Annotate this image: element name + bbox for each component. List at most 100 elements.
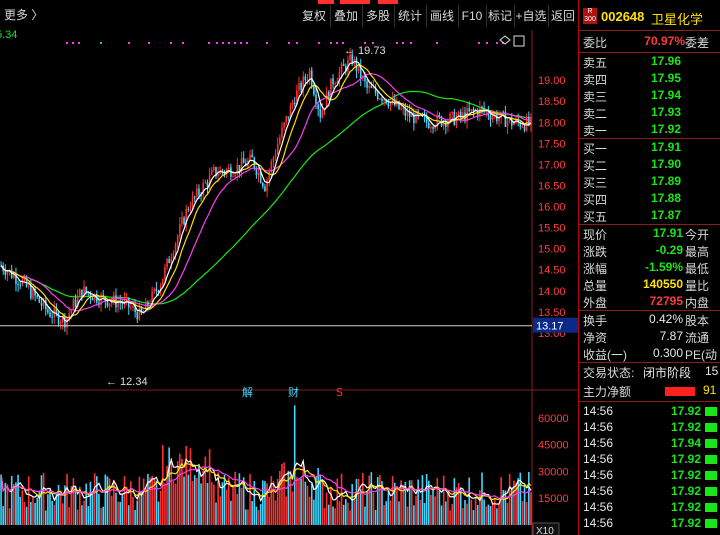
candle-body <box>193 196 196 198</box>
price-tick-label: 16.00 <box>538 202 566 214</box>
volume-bar <box>189 448 192 525</box>
candle-body <box>21 279 24 286</box>
event-dot <box>410 42 412 44</box>
more-link[interactable]: 更多 〉 <box>4 6 43 23</box>
bid-label: 买二 <box>583 159 608 173</box>
candle-body <box>379 98 381 100</box>
volume-bar <box>219 496 222 525</box>
ask-label: 卖一 <box>583 124 608 138</box>
candlesticks <box>0 47 532 336</box>
volume-bar <box>457 482 460 525</box>
draw-line-button[interactable]: 画线 <box>426 5 459 27</box>
quote-row: 现价 17.91 今开 <box>579 226 720 244</box>
volume-bar <box>183 476 185 525</box>
volume-bar <box>96 476 98 525</box>
volume-bar <box>485 506 488 525</box>
candle-body <box>232 176 234 178</box>
quote-label-2: 最高 <box>685 245 710 259</box>
volume-bar <box>313 499 315 525</box>
event-dot <box>128 42 130 44</box>
volume-bar <box>104 474 107 525</box>
event-dot <box>72 42 74 44</box>
quote-label-2: 内盘 <box>685 296 710 310</box>
volume-bar <box>76 509 79 525</box>
candle-body <box>298 82 300 91</box>
f10-button[interactable]: F10 <box>458 5 487 27</box>
volume-bar <box>481 472 483 525</box>
bid-price: 17.90 <box>650 157 681 171</box>
volume-bar <box>506 502 509 525</box>
volume-bar <box>119 501 122 525</box>
candle-body <box>355 58 358 72</box>
volume-bar <box>223 475 226 525</box>
event-dot <box>496 42 498 44</box>
volume-bar <box>472 509 475 525</box>
volume-bar <box>232 487 234 525</box>
add-watchlist-button[interactable]: +自选 <box>514 5 549 27</box>
volume-bar <box>123 476 126 525</box>
tick-time: 14:56 <box>583 436 614 450</box>
stat-label-2: 流通 <box>685 331 710 345</box>
candle-body <box>334 83 336 85</box>
tick-price: 17.94 <box>670 436 701 450</box>
fuquan-button[interactable]: 复权 <box>298 5 331 27</box>
volume-bar <box>425 474 428 525</box>
back-button[interactable]: 返回 <box>548 5 578 27</box>
ask-row: 卖五 17.96 <box>579 54 720 72</box>
statistics-button[interactable]: 统计 <box>394 5 427 27</box>
candle-body <box>319 109 322 118</box>
volume-bar <box>236 493 239 525</box>
diamond-icon <box>499 35 511 45</box>
candle-body <box>174 243 177 255</box>
volume-bar <box>421 475 424 525</box>
bid-price: 17.89 <box>650 174 681 188</box>
volume-bar <box>391 476 394 525</box>
volume-bar <box>498 503 500 525</box>
volume-tick-label: 60000 <box>538 413 569 425</box>
stat-label: 净资 <box>583 331 608 345</box>
volume-bar <box>51 500 53 525</box>
trade-status-value: 闭市阶段 <box>643 366 692 380</box>
high-price-label: ← 19.73 <box>344 45 386 57</box>
candle-body <box>27 285 30 287</box>
multi-stock-button[interactable]: 多股 <box>362 5 395 27</box>
volume-bar <box>279 470 281 525</box>
ma10-polyline <box>0 64 531 319</box>
volume-bar <box>132 497 134 525</box>
candle-body <box>430 127 432 129</box>
volume-bar <box>110 495 113 525</box>
overlay-button[interactable]: 叠加 <box>330 5 363 27</box>
volume-bar <box>68 507 70 525</box>
candle-body <box>257 172 260 176</box>
candle-body <box>364 76 366 82</box>
candle-body <box>342 64 345 66</box>
volume-bar <box>487 504 490 525</box>
volume-bars <box>0 405 532 525</box>
event-dot <box>246 42 248 44</box>
kline-chart[interactable]: 19.00 18.50 18.00 17.50 17.00 16.50 16.00 15.50… <box>0 30 578 535</box>
volume-bar <box>296 477 298 525</box>
candle-body <box>266 179 268 192</box>
window-icon <box>513 35 525 47</box>
mark-button[interactable]: 标记 <box>486 5 515 27</box>
candle-body <box>406 110 409 116</box>
volume-bar <box>438 491 441 525</box>
tick-volume-bar <box>705 455 717 464</box>
candle-body <box>179 224 181 236</box>
price-tick-label: 14.00 <box>538 286 566 298</box>
volume-bar <box>459 487 462 525</box>
volume-bar <box>164 483 166 525</box>
volume-bar <box>387 490 390 525</box>
candle-body <box>217 174 219 177</box>
bid-row: 买一 17.91 <box>579 140 720 158</box>
volume-bar <box>59 490 62 525</box>
volume-bar <box>476 505 479 525</box>
volume-bar <box>347 502 349 525</box>
volume-bar <box>185 446 187 525</box>
volume-bar <box>470 499 473 525</box>
weibi-value: 70.97% <box>644 34 685 48</box>
volume-bar <box>157 501 160 525</box>
candle-body <box>249 154 251 161</box>
volume-bar <box>383 505 385 525</box>
tick-time: 14:56 <box>583 404 614 418</box>
